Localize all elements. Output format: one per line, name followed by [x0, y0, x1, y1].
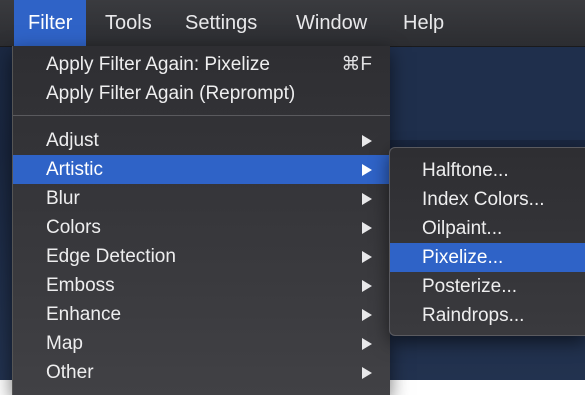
app-toolbar-area	[388, 44, 585, 140]
submenu-item-halftone[interactable]: Halftone...	[390, 156, 585, 185]
menu-bar: Filter Tools Settings Window Help	[0, 0, 585, 47]
menu-item-blur[interactable]: Blur	[13, 184, 390, 213]
submenu-item-raindrops[interactable]: Raindrops...	[390, 301, 585, 330]
menu-item-edge-detection[interactable]: Edge Detection	[13, 242, 390, 271]
submenu-item-index-colors[interactable]: Index Colors...	[390, 185, 585, 214]
menu-item-label: Edge Detection	[46, 246, 176, 267]
submenu-arrow-icon	[362, 135, 372, 147]
menu-item-label: Other	[46, 362, 94, 383]
menu-item-artistic[interactable]: Artistic	[13, 155, 390, 184]
submenu-item-label: Halftone...	[422, 160, 509, 181]
menubar-settings[interactable]: Settings	[171, 0, 271, 46]
filter-menu: Apply Filter Again: Pixelize ⌘F Apply Fi…	[12, 46, 390, 395]
menu-item-other[interactable]: Other	[13, 358, 390, 387]
menu-item-adjust[interactable]: Adjust	[13, 126, 390, 155]
artistic-submenu: Halftone... Index Colors... Oilpaint... …	[389, 147, 585, 336]
menubar-filter[interactable]: Filter	[14, 0, 87, 46]
submenu-arrow-icon	[362, 338, 372, 350]
menu-item-label: Map	[46, 333, 83, 354]
menu-item-label: Colors	[46, 217, 101, 238]
menubar-tools[interactable]: Tools	[91, 0, 166, 46]
submenu-arrow-icon	[362, 193, 372, 205]
submenu-item-posterize[interactable]: Posterize...	[390, 272, 585, 301]
submenu-arrow-icon	[362, 164, 372, 176]
submenu-arrow-icon	[362, 222, 372, 234]
submenu-item-label: Raindrops...	[422, 305, 525, 326]
apply-filter-again-item[interactable]: Apply Filter Again: Pixelize ⌘F	[13, 50, 390, 79]
menubar-help[interactable]: Help	[389, 0, 458, 46]
menu-item-label: Enhance	[46, 304, 122, 325]
submenu-item-pixelize[interactable]: Pixelize...	[390, 243, 585, 272]
apply-filter-again-label: Apply Filter Again: Pixelize	[46, 54, 270, 75]
menu-item-label: Emboss	[46, 275, 115, 296]
submenu-arrow-icon	[362, 309, 372, 321]
menu-item-label: Artistic	[46, 159, 103, 180]
submenu-item-label: Oilpaint...	[422, 218, 503, 239]
menu-separator	[13, 115, 390, 116]
submenu-arrow-icon	[362, 251, 372, 263]
menu-item-label: Blur	[46, 188, 80, 209]
submenu-item-label: Posterize...	[422, 276, 518, 297]
menubar-window[interactable]: Window	[282, 0, 381, 46]
submenu-item-label: Pixelize...	[422, 247, 504, 268]
menu-item-label: Adjust	[46, 130, 99, 151]
menu-item-map[interactable]: Map	[13, 329, 390, 358]
submenu-arrow-icon	[362, 280, 372, 292]
menu-item-enhance[interactable]: Enhance	[13, 300, 390, 329]
menu-item-emboss[interactable]: Emboss	[13, 271, 390, 300]
apply-filter-again-reprompt-label: Apply Filter Again (Reprompt)	[46, 83, 296, 104]
apply-filter-again-reprompt-item[interactable]: Apply Filter Again (Reprompt)	[13, 79, 390, 108]
submenu-item-label: Index Colors...	[422, 189, 545, 210]
menu-item-colors[interactable]: Colors	[13, 213, 390, 242]
submenu-arrow-icon	[362, 367, 372, 379]
submenu-item-oilpaint[interactable]: Oilpaint...	[390, 214, 585, 243]
apply-filter-again-shortcut: ⌘F	[341, 54, 372, 75]
